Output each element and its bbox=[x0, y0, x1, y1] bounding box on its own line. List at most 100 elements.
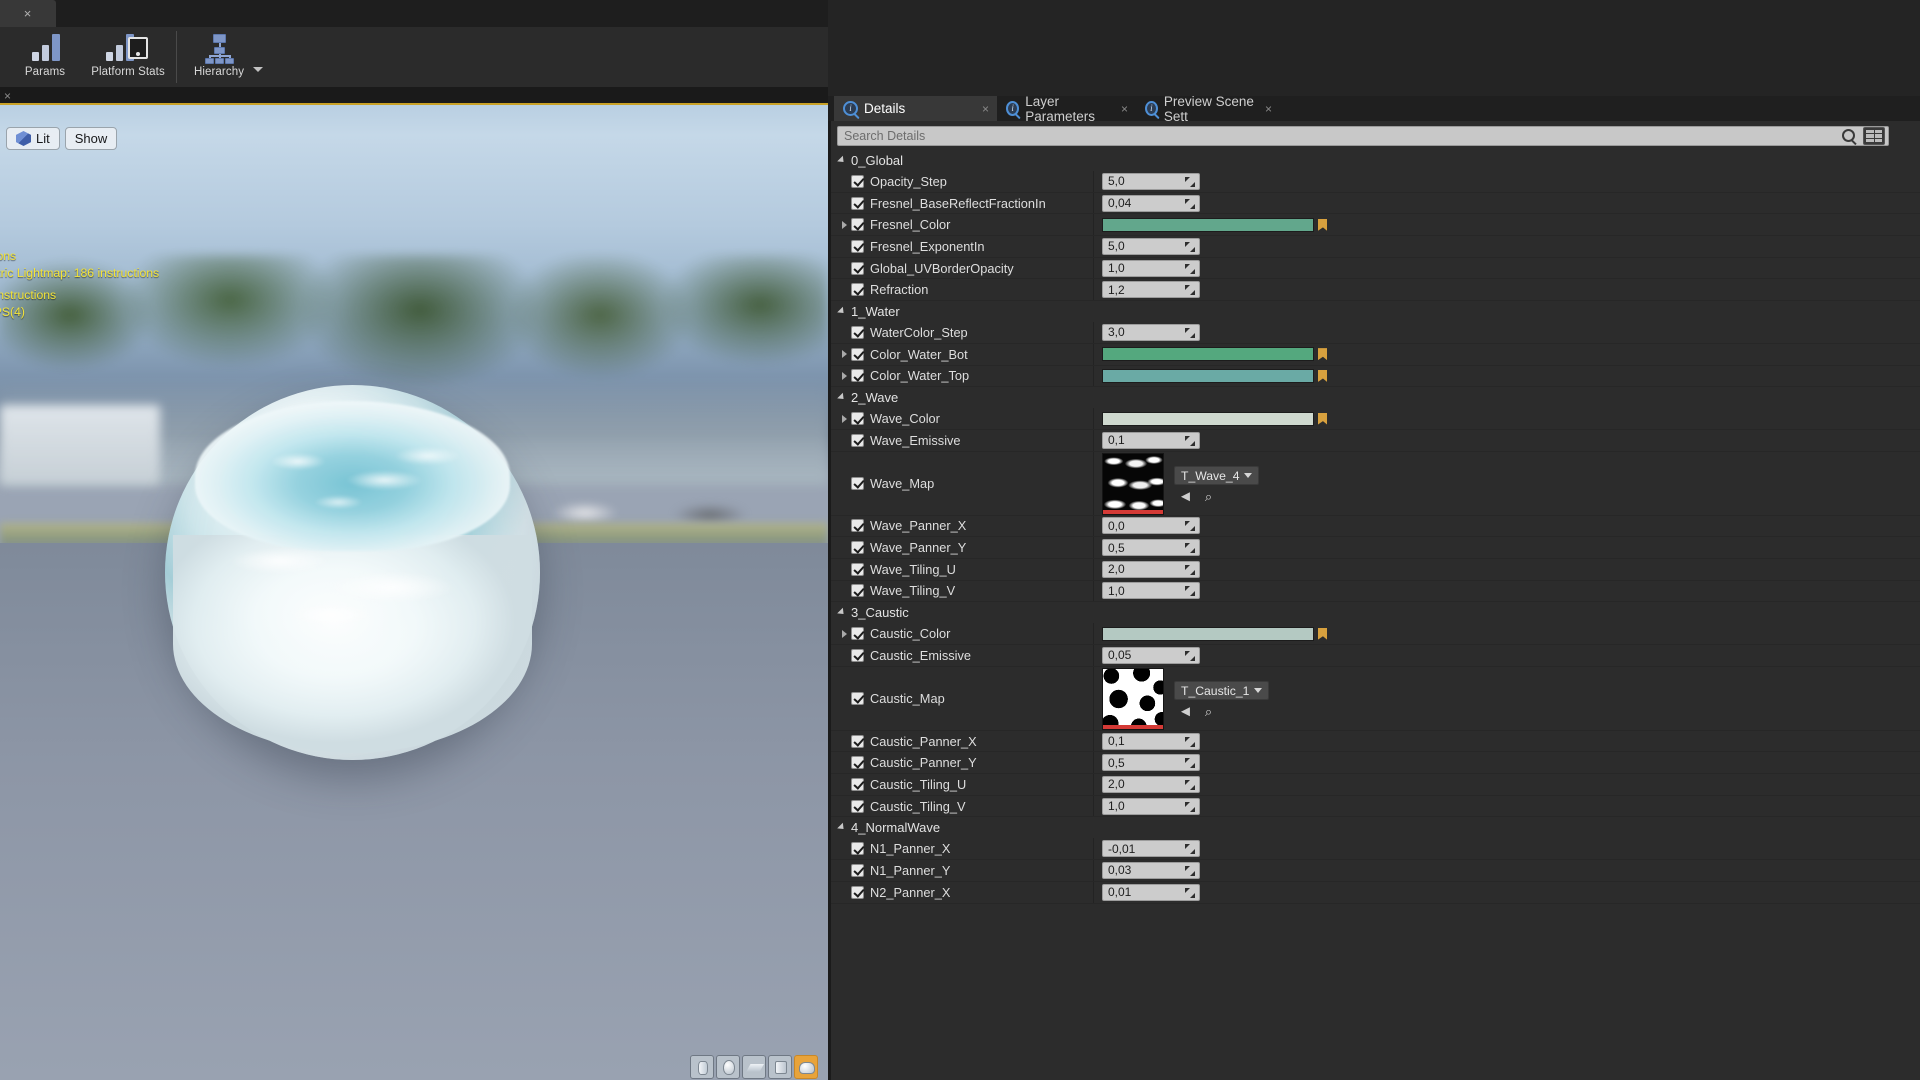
spinner-icon[interactable] bbox=[1185, 651, 1195, 661]
close-icon[interactable]: × bbox=[1121, 102, 1128, 116]
numeric-input[interactable]: 5,0 bbox=[1102, 238, 1200, 255]
expand-triangle-icon[interactable] bbox=[837, 155, 846, 164]
property-override-checkbox[interactable] bbox=[851, 262, 864, 275]
reset-to-default-icon[interactable] bbox=[1318, 370, 1327, 382]
property-override-checkbox[interactable] bbox=[851, 218, 864, 231]
spinner-icon[interactable] bbox=[1185, 328, 1195, 338]
numeric-input[interactable]: 1,2 bbox=[1102, 281, 1200, 298]
caustic-texture-thumbnail[interactable] bbox=[1102, 668, 1164, 730]
asset-dropdown[interactable]: T_Caustic_1 bbox=[1174, 681, 1269, 700]
property-override-checkbox[interactable] bbox=[851, 692, 864, 705]
property-override-checkbox[interactable] bbox=[851, 778, 864, 791]
spinner-icon[interactable] bbox=[1185, 780, 1195, 790]
numeric-input[interactable]: 1,0 bbox=[1102, 582, 1200, 599]
close-icon[interactable]: × bbox=[1265, 102, 1272, 116]
color-swatch[interactable] bbox=[1102, 412, 1314, 426]
expand-triangle-icon[interactable] bbox=[842, 372, 847, 380]
spinner-icon[interactable] bbox=[1185, 285, 1195, 295]
view-mode-button[interactable]: Lit bbox=[6, 127, 60, 150]
numeric-input[interactable]: 3,0 bbox=[1102, 324, 1200, 341]
numeric-input[interactable]: 1,0 bbox=[1102, 260, 1200, 277]
asset-dropdown[interactable]: T_Wave_4 bbox=[1174, 466, 1259, 485]
numeric-input[interactable]: 2,0 bbox=[1102, 561, 1200, 578]
property-override-checkbox[interactable] bbox=[851, 326, 864, 339]
toolbar-button-platform-stats[interactable]: Platform Stats bbox=[82, 27, 174, 87]
numeric-input[interactable]: 0,05 bbox=[1102, 647, 1200, 664]
browse-to-asset-icon[interactable]: ⌕ bbox=[1205, 490, 1212, 503]
tab-details[interactable]: i Details × bbox=[834, 96, 997, 121]
property-override-checkbox[interactable] bbox=[851, 197, 864, 210]
expand-triangle-icon[interactable] bbox=[837, 392, 846, 401]
spinner-icon[interactable] bbox=[1185, 737, 1195, 747]
close-icon[interactable]: × bbox=[982, 102, 989, 116]
browse-to-asset-icon[interactable]: ⌕ bbox=[1205, 705, 1212, 718]
search-input[interactable] bbox=[837, 126, 1889, 146]
numeric-input[interactable]: 0,0 bbox=[1102, 517, 1200, 534]
document-tab[interactable]: × bbox=[0, 0, 56, 27]
color-swatch[interactable] bbox=[1102, 627, 1314, 641]
property-override-checkbox[interactable] bbox=[851, 283, 864, 296]
property-override-checkbox[interactable] bbox=[851, 842, 864, 855]
color-swatch[interactable] bbox=[1102, 369, 1314, 383]
expand-triangle-icon[interactable] bbox=[837, 823, 846, 832]
category-header-4_normalwave[interactable]: 4_NormalWave bbox=[831, 817, 1920, 838]
property-override-checkbox[interactable] bbox=[851, 886, 864, 899]
property-override-checkbox[interactable] bbox=[851, 434, 864, 447]
property-override-checkbox[interactable] bbox=[851, 864, 864, 877]
toolbar-button-hierarchy[interactable]: Hierarchy bbox=[179, 27, 259, 87]
property-override-checkbox[interactable] bbox=[851, 756, 864, 769]
property-override-checkbox[interactable] bbox=[851, 627, 864, 640]
expand-triangle-icon[interactable] bbox=[837, 306, 846, 315]
numeric-input[interactable]: 0,5 bbox=[1102, 754, 1200, 771]
numeric-input[interactable]: 0,1 bbox=[1102, 432, 1200, 449]
property-override-checkbox[interactable] bbox=[851, 519, 864, 532]
teapot-preview-shape-button[interactable] bbox=[794, 1055, 818, 1079]
sphere-preview-shape-button[interactable] bbox=[716, 1055, 740, 1079]
property-override-checkbox[interactable] bbox=[851, 348, 864, 361]
numeric-input[interactable]: 0,5 bbox=[1102, 539, 1200, 556]
expand-triangle-icon[interactable] bbox=[842, 350, 847, 358]
close-icon[interactable]: × bbox=[4, 89, 11, 103]
numeric-input[interactable]: 0,04 bbox=[1102, 195, 1200, 212]
category-header-2_wave[interactable]: 2_Wave bbox=[831, 387, 1920, 408]
spinner-icon[interactable] bbox=[1185, 436, 1195, 446]
material-preview-sphere[interactable] bbox=[165, 385, 540, 760]
color-swatch[interactable] bbox=[1102, 347, 1314, 361]
expand-triangle-icon[interactable] bbox=[842, 221, 847, 229]
property-override-checkbox[interactable] bbox=[851, 735, 864, 748]
close-icon[interactable]: × bbox=[21, 7, 34, 20]
expand-triangle-icon[interactable] bbox=[842, 415, 847, 423]
show-flags-button[interactable]: Show bbox=[65, 127, 118, 150]
expand-triangle-icon[interactable] bbox=[842, 630, 847, 638]
category-header-3_caustic[interactable]: 3_Caustic bbox=[831, 602, 1920, 623]
property-override-checkbox[interactable] bbox=[851, 412, 864, 425]
spinner-icon[interactable] bbox=[1185, 565, 1195, 575]
reset-to-default-icon[interactable] bbox=[1318, 628, 1327, 640]
property-override-checkbox[interactable] bbox=[851, 175, 864, 188]
spinner-icon[interactable] bbox=[1185, 264, 1195, 274]
cylinder-preview-shape-button[interactable] bbox=[690, 1055, 714, 1079]
use-selected-asset-icon[interactable]: ◄ bbox=[1178, 490, 1193, 503]
spinner-icon[interactable] bbox=[1185, 802, 1195, 812]
reset-to-default-icon[interactable] bbox=[1318, 348, 1327, 360]
numeric-input[interactable]: 0,01 bbox=[1102, 884, 1200, 901]
numeric-input[interactable]: 0,1 bbox=[1102, 733, 1200, 750]
category-header-1_water[interactable]: 1_Water bbox=[831, 301, 1920, 322]
grid-settings-icon[interactable] bbox=[1863, 127, 1885, 145]
property-override-checkbox[interactable] bbox=[851, 369, 864, 382]
spinner-icon[interactable] bbox=[1185, 844, 1195, 854]
spinner-icon[interactable] bbox=[1185, 521, 1195, 531]
property-override-checkbox[interactable] bbox=[851, 240, 864, 253]
numeric-input[interactable]: 2,0 bbox=[1102, 776, 1200, 793]
property-override-checkbox[interactable] bbox=[851, 541, 864, 554]
spinner-icon[interactable] bbox=[1185, 242, 1195, 252]
property-override-checkbox[interactable] bbox=[851, 800, 864, 813]
category-header-0_global[interactable]: 0_Global bbox=[831, 150, 1920, 171]
numeric-input[interactable]: 5,0 bbox=[1102, 173, 1200, 190]
numeric-input[interactable]: 0,03 bbox=[1102, 862, 1200, 879]
use-selected-asset-icon[interactable]: ◄ bbox=[1178, 705, 1193, 718]
reset-to-default-icon[interactable] bbox=[1318, 413, 1327, 425]
spinner-icon[interactable] bbox=[1185, 199, 1195, 209]
expand-triangle-icon[interactable] bbox=[837, 608, 846, 617]
toolbar-button-params[interactable]: Params bbox=[8, 27, 82, 87]
